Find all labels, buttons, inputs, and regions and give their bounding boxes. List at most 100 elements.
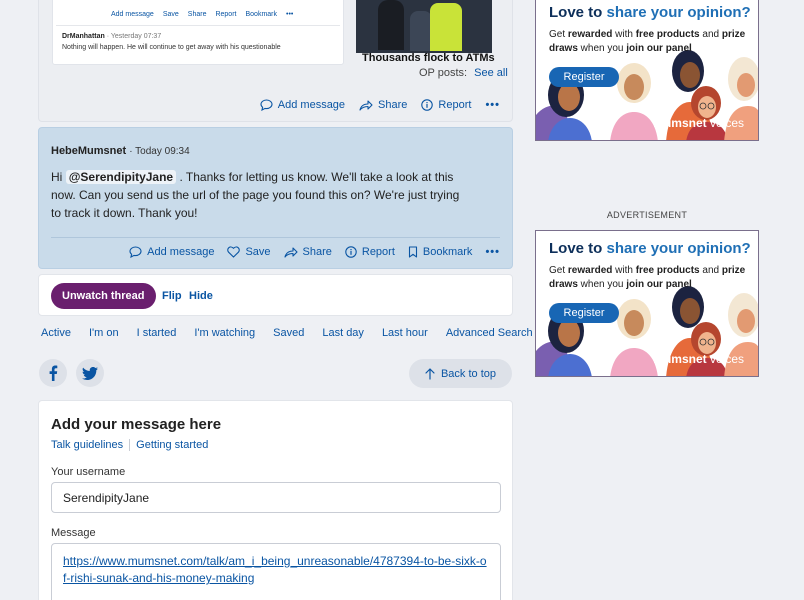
reply-body: Hi @SerendipityJane . Thanks for letting…: [51, 168, 471, 222]
reply-add-message-button[interactable]: Add message: [129, 246, 214, 258]
compose-message-card: Add your message here Talk guidelines Ge…: [38, 400, 513, 600]
reply-report-label: Report: [361, 246, 395, 258]
embed-author: DrManhattan: [62, 33, 105, 40]
reply-add-message-label: Add message: [147, 246, 215, 258]
news-thumbnail-image[interactable]: [356, 0, 492, 53]
ad-subtext: Get rewarded with free products and priz…: [549, 265, 746, 290]
reply-author-line: HebeMumsnet · Today 09:34: [51, 145, 190, 157]
nav-saved[interactable]: Saved: [273, 327, 304, 339]
ad-headline-pre: Love to: [549, 240, 607, 257]
speech-bubble-icon: [260, 99, 273, 111]
ad-subtext: Get rewarded with free products and priz…: [549, 29, 746, 54]
compose-help-links: Talk guidelines Getting started: [51, 439, 208, 451]
info-circle-icon: [421, 99, 434, 111]
op-posts-see-all-link[interactable]: See all: [474, 67, 508, 79]
talk-guidelines-link[interactable]: Talk guidelines: [51, 439, 123, 451]
unwatch-thread-button[interactable]: Unwatch thread: [51, 283, 156, 309]
share-arrow-icon: [359, 99, 373, 111]
embed-body: Nothing will happen. He will continue to…: [62, 44, 281, 51]
back-to-top-label: Back to top: [440, 367, 497, 380]
thread-watch-bar: Unwatch thread Flip Hide: [38, 274, 513, 316]
nav-active[interactable]: Active: [41, 327, 71, 339]
heart-icon: [227, 246, 241, 258]
share-button[interactable]: Share: [359, 99, 407, 111]
reply-divider: [51, 237, 500, 238]
embed-time: · Yesterday 07:37: [106, 33, 162, 40]
ad-headline-highlight: share your opinion?: [606, 4, 751, 21]
flip-link[interactable]: Flip: [162, 290, 182, 302]
embed-more[interactable]: •••: [286, 11, 293, 18]
news-title[interactable]: Thousands flock to ATMs: [362, 52, 495, 64]
op-posts-label: OP posts:: [419, 67, 468, 79]
nav-last-hour[interactable]: Last hour: [382, 327, 428, 339]
report-label: Report: [438, 99, 472, 111]
ad-register-button[interactable]: Register: [549, 67, 619, 87]
advertisement-banner-1[interactable]: Love to share your opinion? Get rewarded…: [535, 0, 759, 141]
speech-bubble-icon: [129, 246, 142, 258]
message-textarea[interactable]: https://www.mumsnet.com/talk/am_i_being_…: [51, 543, 501, 600]
reply-bookmark-button[interactable]: Bookmark: [408, 246, 473, 258]
bookmark-icon: [408, 246, 418, 258]
nav-last-day[interactable]: Last day: [322, 327, 364, 339]
ad-headline-highlight: share your opinion?: [606, 240, 751, 257]
reply-greeting: Hi: [51, 170, 63, 184]
message-label: Message: [51, 527, 96, 539]
nav-im-on[interactable]: I'm on: [89, 327, 119, 339]
nav-im-watching[interactable]: I'm watching: [194, 327, 255, 339]
message-link-text[interactable]: https://www.mumsnet.com/talk/am_i_being_…: [63, 554, 487, 585]
op-posts: OP posts: See all: [419, 67, 508, 79]
embed-share[interactable]: Share: [188, 11, 207, 18]
username-label: Your username: [51, 466, 126, 478]
embed-report[interactable]: Report: [215, 11, 236, 18]
ad-headline: Love to share your opinion?: [549, 4, 751, 21]
username-input[interactable]: [51, 482, 501, 513]
reply-save-label: Save: [245, 246, 271, 258]
reply-share-label: Share: [302, 246, 332, 258]
ad-register-button[interactable]: Register: [549, 303, 619, 323]
mumsnet-voices-logo: mumsnet voices: [653, 116, 744, 130]
info-circle-icon: [345, 246, 357, 258]
reply-bookmark-label: Bookmark: [422, 246, 473, 258]
add-message-button[interactable]: Add message: [260, 99, 345, 111]
twitter-share-button[interactable]: [76, 359, 104, 387]
share-arrow-icon: [283, 246, 298, 258]
embed-author-line: DrManhattan · Yesterday 07:37: [62, 33, 161, 40]
advertisement-label: ADVERTISEMENT: [606, 210, 688, 220]
compose-title: Add your message here: [51, 416, 222, 433]
user-mention[interactable]: @SerendipityJane: [65, 170, 177, 184]
twitter-bird-icon: [82, 366, 98, 380]
report-button[interactable]: Report: [421, 99, 471, 111]
hide-link[interactable]: Hide: [189, 290, 213, 302]
embed-divider: [56, 25, 340, 26]
post-actions: Add message Share Report •••: [260, 99, 500, 111]
reply-author[interactable]: HebeMumsnet: [51, 145, 126, 157]
add-message-label: Add message: [277, 99, 346, 111]
share-label: Share: [378, 99, 408, 111]
reply-share-button[interactable]: Share: [283, 246, 332, 258]
facebook-icon: [48, 365, 58, 381]
ad-headline-pre: Love to: [549, 4, 607, 21]
mumsnet-voices-logo: mumsnet voices: [653, 352, 744, 366]
staff-reply-card: HebeMumsnet · Today 09:34 Hi @Serendipit…: [38, 127, 513, 269]
embed-actions: Add message Save Share Report Bookmark •…: [111, 11, 293, 18]
link-divider: [129, 439, 131, 451]
reply-more-options-button[interactable]: •••: [485, 246, 500, 258]
nav-i-started[interactable]: I started: [137, 327, 177, 339]
embed-add-message[interactable]: Add message: [111, 11, 154, 18]
reply-report-button[interactable]: Report: [345, 246, 395, 258]
more-options-button[interactable]: •••: [485, 99, 500, 111]
embed-save[interactable]: Save: [163, 11, 179, 18]
arrow-up-icon: [425, 367, 435, 380]
nav-advanced-search[interactable]: Advanced Search: [446, 327, 533, 339]
thread-navigation: Active I'm on I started I'm watching Sav…: [41, 327, 533, 339]
reply-time: · Today 09:34: [129, 146, 190, 157]
advertisement-banner-2[interactable]: Love to share your opinion? Get rewarded…: [535, 230, 759, 377]
ad-headline: Love to share your opinion?: [549, 240, 751, 257]
getting-started-link[interactable]: Getting started: [136, 439, 208, 451]
embed-bookmark[interactable]: Bookmark: [245, 11, 277, 18]
reply-actions: Add message Save Share Report Bookmark •…: [129, 246, 500, 258]
reply-save-button[interactable]: Save: [227, 246, 271, 258]
facebook-share-button[interactable]: [39, 359, 67, 387]
embedded-thread-preview[interactable]: Add message Save Share Report Bookmark •…: [52, 0, 344, 65]
back-to-top-button[interactable]: Back to top: [409, 359, 512, 388]
